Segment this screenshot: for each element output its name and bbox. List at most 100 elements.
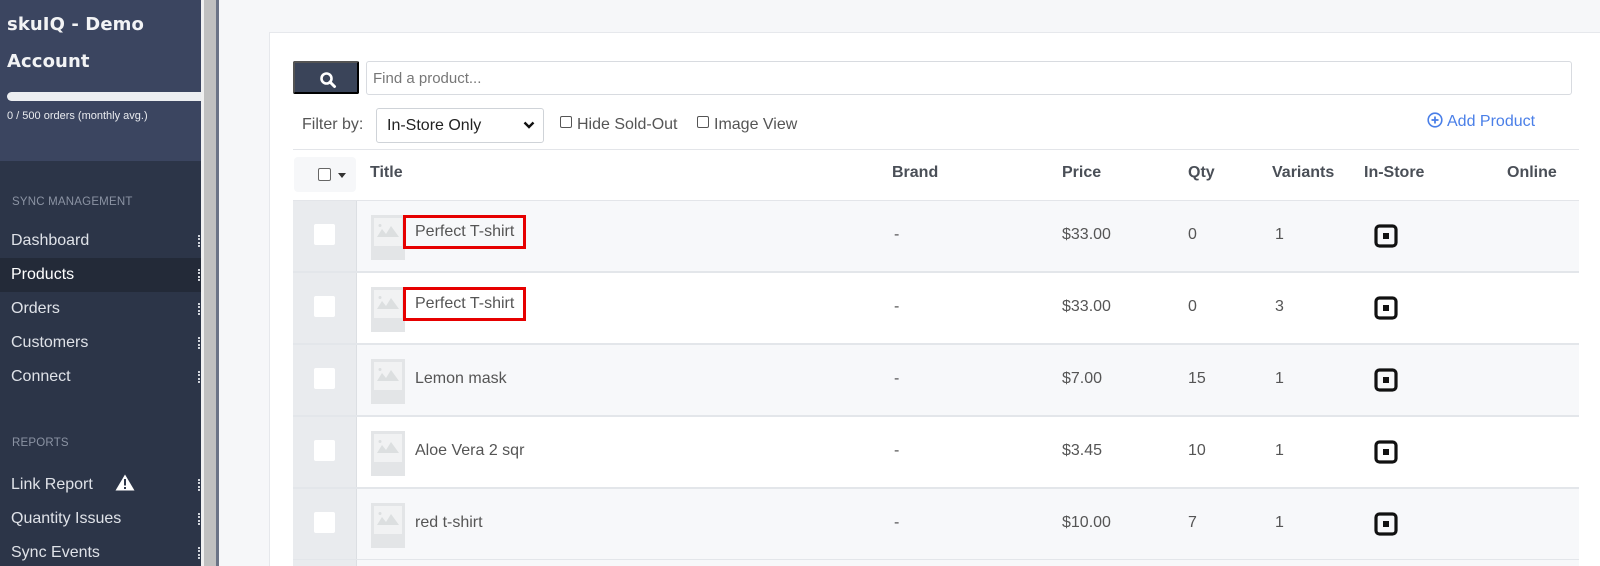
caret-down-icon[interactable] (338, 173, 346, 178)
sidebar-item-connect[interactable]: Connect (0, 360, 201, 394)
image-view-checkbox[interactable]: Image View (697, 116, 797, 134)
drag-handle-dots (198, 303, 200, 315)
square-pos-icon[interactable] (1374, 440, 1398, 464)
drag-handle-dots (198, 269, 200, 281)
price-cell: $33.00 (1062, 298, 1111, 315)
image-placeholder-icon (377, 368, 399, 381)
select-all-checkbox[interactable] (318, 168, 331, 181)
sidebar-item-label: Sync Events (11, 544, 100, 561)
table-row[interactable]: Perfect T-shirt - $33.00 0 3 (293, 273, 1579, 345)
filter-select[interactable]: In-Store Only (376, 108, 544, 143)
image-placeholder-icon (377, 512, 399, 525)
sidebar-item-quantity-issues[interactable]: Quantity Issues (0, 502, 201, 536)
square-pos-icon[interactable] (1374, 512, 1398, 536)
column-header-in-store[interactable]: In-Store (1364, 164, 1424, 182)
variants-cell: 1 (1275, 226, 1284, 243)
row-checkbox[interactable] (314, 512, 335, 533)
price-cell: $10.00 (1062, 514, 1111, 531)
product-title-link[interactable]: Aloe Vera 2 sqr (415, 442, 524, 460)
image-placeholder-icon (377, 296, 399, 309)
sidebar-item-sync-events[interactable]: Sync Events (0, 536, 201, 566)
drag-handle-dots (198, 235, 200, 247)
row-select-cell[interactable] (293, 273, 357, 343)
image-placeholder-icon (377, 224, 399, 237)
warning-icon (115, 470, 135, 504)
qty-cell: 0 (1188, 298, 1197, 315)
brand-cell: - (894, 442, 900, 459)
row-select-cell[interactable] (293, 345, 357, 415)
qty-cell: 10 (1188, 442, 1206, 459)
sidebar-item-products[interactable]: Products (0, 258, 201, 292)
square-pos-icon[interactable] (1374, 368, 1398, 392)
row-checkbox[interactable] (314, 224, 335, 245)
table-row[interactable]: Aloe Vera 2 sqr - $3.45 10 1 (293, 417, 1579, 489)
drag-handle-dots (198, 337, 200, 349)
product-title-link[interactable]: Perfect T-shirt (402, 287, 527, 321)
filter-selected-value: In-Store Only (387, 117, 482, 134)
add-product-button[interactable]: Add Product (1427, 112, 1535, 131)
product-search-input[interactable] (366, 61, 1572, 95)
account-title-line2: Account (7, 51, 90, 72)
row-select-cell[interactable] (293, 417, 357, 487)
brand-cell: - (894, 370, 900, 387)
sidebar-item-label: Connect (11, 368, 71, 385)
search-icon (320, 72, 336, 88)
usage-progress-bar (7, 92, 201, 101)
column-header-qty[interactable]: Qty (1188, 164, 1215, 182)
square-pos-icon[interactable] (1374, 224, 1398, 248)
row-select-cell[interactable] (293, 201, 357, 271)
column-header-online[interactable]: Online (1507, 164, 1557, 182)
section-label-reports: REPORTS (12, 437, 69, 449)
sidebar-item-label: Customers (11, 334, 89, 351)
row-checkbox[interactable] (314, 296, 335, 317)
brand-cell: - (894, 226, 900, 243)
hide-sold-out-checkbox[interactable]: Hide Sold-Out (560, 116, 678, 134)
sidebar-item-link-report[interactable]: Link Report (0, 468, 201, 502)
table-row-partial (293, 560, 1579, 566)
column-header-variants[interactable]: Variants (1272, 164, 1334, 182)
product-thumbnail (371, 287, 405, 332)
variants-cell: 3 (1275, 298, 1284, 315)
sidebar-item-orders[interactable]: Orders (0, 292, 201, 326)
plus-circle-icon (1427, 112, 1443, 128)
product-thumbnail (371, 503, 405, 548)
column-header-price[interactable]: Price (1062, 164, 1101, 182)
usage-text: 0 / 500 orders (monthly avg.) (7, 110, 148, 122)
hide-sold-out-label: Hide Sold-Out (577, 116, 678, 133)
section-label-sync-management: SYNC MANAGEMENT (12, 196, 133, 208)
table-row[interactable]: Perfect T-shirt - $33.00 0 1 (293, 201, 1579, 273)
drag-handle-dots (198, 547, 200, 559)
product-title-link[interactable]: Perfect T-shirt (402, 215, 527, 249)
sidebar-item-customers[interactable]: Customers (0, 326, 201, 360)
row-checkbox[interactable] (314, 368, 335, 389)
column-header-title[interactable]: Title (370, 164, 403, 182)
drag-handle-dots (198, 513, 200, 525)
row-checkbox[interactable] (314, 440, 335, 461)
product-title-link[interactable]: red t-shirt (415, 514, 483, 532)
checkbox-box[interactable] (697, 116, 709, 128)
sidebar-item-dashboard[interactable]: Dashboard (0, 224, 201, 258)
sidebar-item-label: Orders (11, 300, 60, 317)
sidebar-item-label: Dashboard (11, 232, 90, 249)
row-select-cell[interactable] (293, 489, 357, 559)
product-title-link[interactable]: Lemon mask (415, 370, 507, 388)
sidebar-item-label: Quantity Issues (11, 510, 122, 527)
table-row[interactable]: red t-shirt - $10.00 7 1 (293, 489, 1579, 561)
variants-cell: 1 (1275, 442, 1284, 459)
brand-cell: - (894, 514, 900, 531)
sidebar: skuIQ - Demo Account 0 / 500 orders (mon… (0, 0, 201, 566)
account-title-line1: skuIQ - Demo (7, 14, 144, 35)
price-cell: $33.00 (1062, 226, 1111, 243)
search-button[interactable] (293, 61, 359, 94)
divider (293, 149, 1579, 150)
image-placeholder-icon (377, 440, 399, 453)
checkbox-box[interactable] (560, 116, 572, 128)
column-header-brand[interactable]: Brand (892, 164, 938, 182)
table-row[interactable]: Lemon mask - $7.00 15 1 (293, 345, 1579, 417)
sidebar-resize-handle[interactable] (201, 0, 219, 566)
price-cell: $7.00 (1062, 370, 1103, 387)
select-all-dropdown[interactable] (294, 157, 356, 192)
product-thumbnail (371, 359, 405, 404)
square-pos-icon[interactable] (1374, 296, 1398, 320)
brand-cell: - (894, 298, 900, 315)
